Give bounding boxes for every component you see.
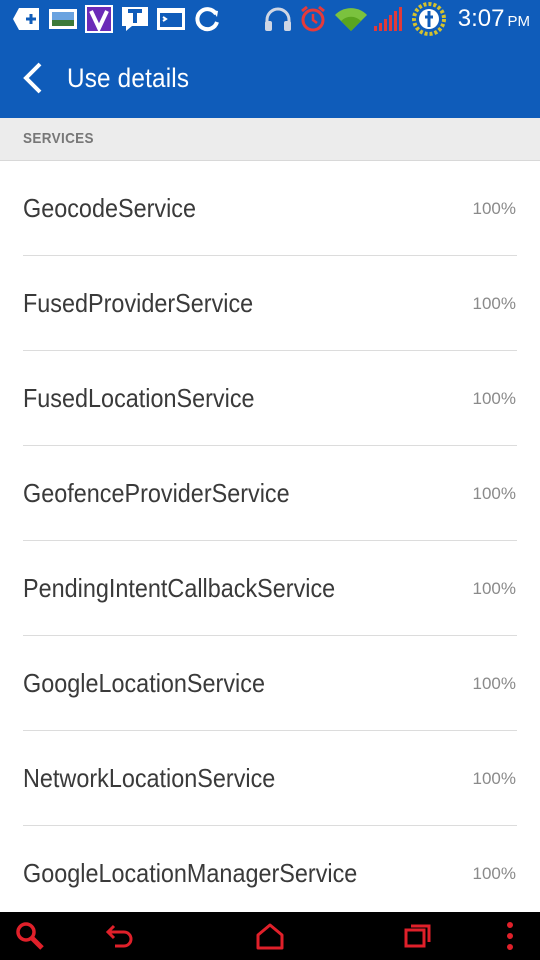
back-button[interactable]	[18, 60, 52, 96]
terminal-icon	[156, 4, 186, 34]
service-row[interactable]: FusedLocationService 100%	[0, 351, 540, 446]
service-percent: 100%	[472, 484, 516, 503]
service-name: GeocodeService	[23, 193, 197, 223]
home-button[interactable]	[250, 918, 290, 954]
section-header: SERVICES	[0, 118, 540, 161]
clock: 3:07 PM	[457, 5, 530, 32]
services-list: GeocodeService 100% FusedProviderService…	[0, 161, 540, 921]
service-name: GoogleLocationManagerService	[23, 858, 358, 888]
recent-apps-button[interactable]	[398, 918, 438, 954]
sync-icon	[192, 4, 222, 34]
menu-button[interactable]	[490, 918, 530, 954]
headphones-icon	[262, 4, 294, 34]
tmobile-icon	[120, 4, 150, 34]
search-button[interactable]	[10, 918, 50, 954]
service-name: PendingIntentCallbackService	[23, 573, 336, 603]
service-percent: 100%	[472, 199, 516, 218]
service-name: GeofenceProviderService	[23, 478, 290, 508]
viber-icon	[84, 4, 114, 34]
service-percent: 100%	[472, 579, 516, 598]
menu-icon	[507, 922, 513, 950]
navigation-bar	[0, 912, 540, 960]
service-percent: 100%	[472, 769, 516, 788]
alarm-icon	[298, 4, 328, 34]
signal-icon	[372, 4, 404, 34]
add-icon	[12, 4, 42, 34]
chevron-left-icon	[23, 62, 42, 94]
wifi-icon	[333, 4, 369, 34]
service-name: GoogleLocationService	[23, 668, 265, 698]
service-name: NetworkLocationService	[23, 763, 276, 793]
service-row[interactable]: NetworkLocationService 100%	[0, 731, 540, 826]
service-name: FusedLocationService	[23, 383, 255, 413]
service-row[interactable]: PendingIntentCallbackService 100%	[0, 541, 540, 636]
service-row[interactable]: GoogleLocationManagerService 100%	[0, 826, 540, 921]
gallery-icon	[47, 4, 79, 34]
back-icon	[105, 924, 133, 948]
status-bar: 3:07 PM	[0, 0, 540, 38]
battery-charging-icon	[410, 2, 448, 36]
service-name: FusedProviderService	[23, 288, 254, 318]
service-percent: 100%	[472, 389, 516, 408]
home-icon	[256, 923, 284, 950]
service-row[interactable]: FusedProviderService 100%	[0, 256, 540, 351]
back-nav-button[interactable]	[100, 918, 140, 954]
service-row[interactable]: GoogleLocationService 100%	[0, 636, 540, 731]
page-title: Use details	[67, 63, 190, 93]
section-label: SERVICES	[23, 130, 94, 147]
service-percent: 100%	[472, 674, 516, 693]
service-row[interactable]: GeocodeService 100%	[0, 161, 540, 256]
recent-apps-icon	[404, 924, 431, 948]
service-row[interactable]: GeofenceProviderService 100%	[0, 446, 540, 541]
service-percent: 100%	[472, 864, 516, 883]
action-bar: Use details	[0, 38, 540, 118]
service-percent: 100%	[472, 294, 516, 313]
search-icon	[16, 922, 44, 950]
